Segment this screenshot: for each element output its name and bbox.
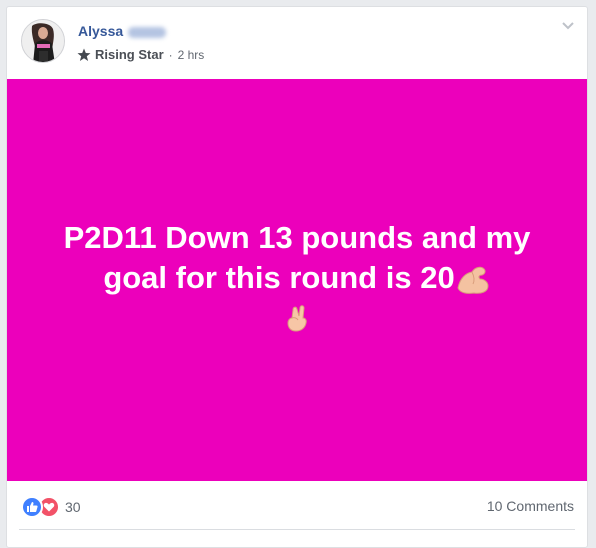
author-first-name[interactable]: Alyssa <box>78 23 123 39</box>
avatar-photo <box>22 20 64 62</box>
crossed-fingers-icon <box>284 302 310 342</box>
post-background: P2D11 Down 13 pounds and my goal for thi… <box>7 79 587 481</box>
post-timestamp[interactable]: 2 hrs <box>178 48 205 62</box>
reaction-count[interactable]: 30 <box>65 499 81 515</box>
meta-separator: · <box>168 47 173 62</box>
comments-count-link[interactable]: 10 Comments <box>487 498 574 514</box>
reaction-summary[interactable]: 30 <box>21 496 81 518</box>
post-card: Alyssa Rising Star · 2 hrs P2D11 Down 13… <box>6 6 588 548</box>
post-text-block: P2D11 Down 13 pounds and my goal for thi… <box>37 218 557 342</box>
badge-label[interactable]: Rising Star <box>95 47 164 62</box>
flexed-biceps-icon <box>455 260 491 300</box>
like-icon <box>21 496 43 518</box>
star-badge-icon <box>77 48 91 61</box>
avatar[interactable] <box>21 19 65 63</box>
chevron-down-icon[interactable] <box>561 21 575 31</box>
author-last-name-blurred <box>128 26 167 38</box>
footer-divider <box>19 529 575 530</box>
post-meta: Rising Star · 2 hrs <box>77 47 204 62</box>
author-name-row[interactable]: Alyssa <box>78 23 167 39</box>
